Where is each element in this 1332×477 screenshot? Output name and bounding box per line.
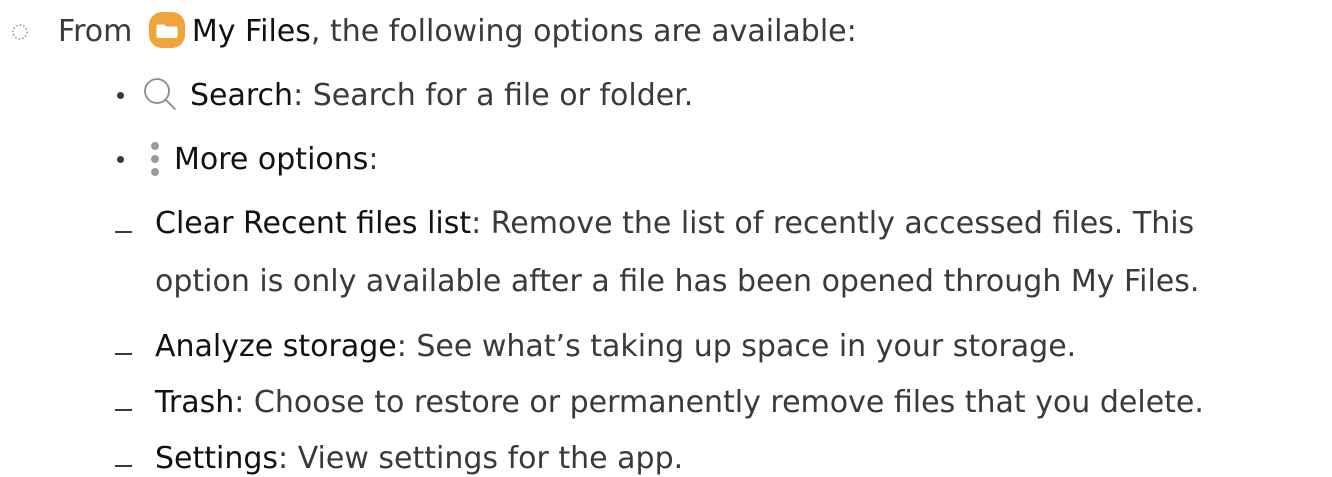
my-files-folder-icon [148,11,185,48]
option-term: More options [174,142,369,177]
sub-option-settings: Settings: View settings for the app. [155,441,683,477]
sub-option-term: Trash [155,385,235,420]
bullet [117,92,124,99]
dash-bullet [115,231,132,233]
intro-prefix: From [58,14,133,49]
app-name: My Files [191,14,311,49]
intro-suffix: , the following options are available: [310,14,857,49]
option-term: Search [190,78,294,113]
sub-option-term: Analyze storage [155,329,397,364]
sub-option-description: : View settings for the app. [278,441,684,476]
document: From My Files, the following options are… [0,0,1332,477]
sub-option-analyze-storage: Analyze storage: See what’s taking up sp… [155,329,1076,365]
sub-option-description: : Remove the list of recently accessed f… [471,206,1195,241]
dash-bullet [115,353,132,355]
sub-option-trash: Trash: Choose to restore or permanently … [155,385,1204,421]
dotted-circle-icon [12,24,28,40]
more-options-icon [151,142,159,176]
sub-option-term: Clear Recent files list [155,206,472,241]
sub-option-description: : Choose to restore or permanently remov… [234,385,1204,420]
sub-option-clear-recent: Clear Recent files list: Remove the list… [155,206,1194,242]
search-icon [144,78,176,110]
intro-line: From My Files, the following options are… [58,11,857,50]
dash-bullet [115,465,132,467]
sub-option-continuation: option is only available after a file ha… [155,264,1200,299]
sub-option-description: : See what’s taking up space in your sto… [396,329,1077,364]
option-description: : [368,142,379,177]
sub-option-term: Settings [155,441,279,476]
option-more-options: More options: [174,142,379,178]
bullet [117,156,124,163]
option-search: Search: Search for a file or folder. [190,78,693,114]
dash-bullet [115,409,132,411]
option-description: : Search for a file or folder. [293,78,694,113]
